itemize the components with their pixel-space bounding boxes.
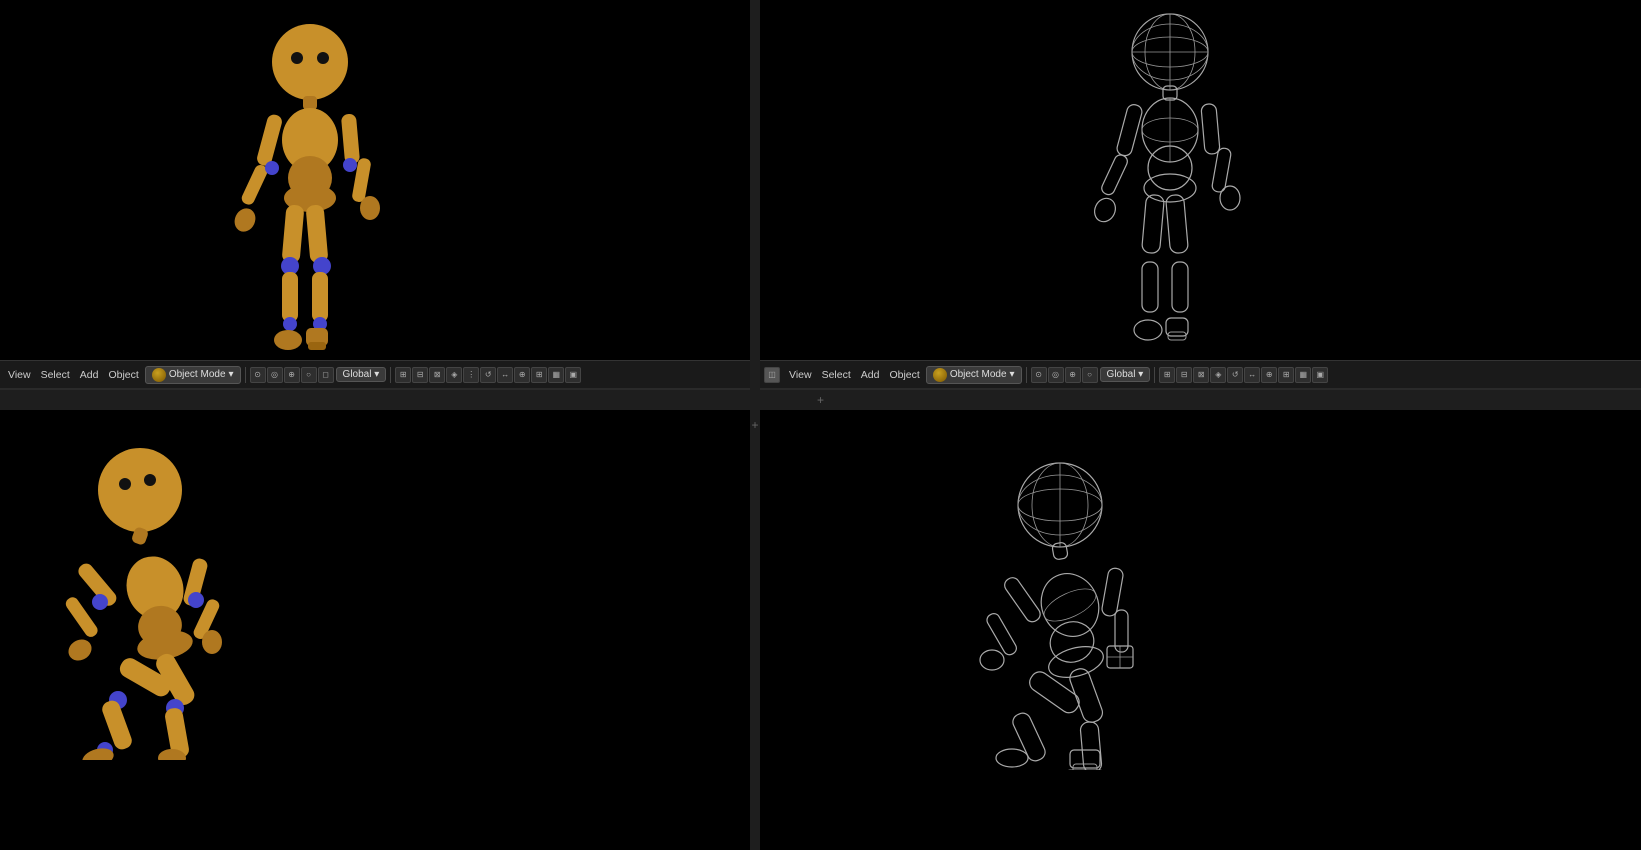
icons2-tr: ⊞ ⊟ ⊠ ◈ ↺ ↔ ⊕ ⊞ ▦ ▣ — [1159, 367, 1328, 383]
mode-chevron-tl: ▾ — [229, 369, 234, 380]
icon-prop-tl[interactable]: ○ — [301, 367, 317, 383]
mode-icon-tl — [152, 368, 166, 382]
icon-b7-tr[interactable]: ⊕ — [1261, 367, 1277, 383]
icon-b9-tr[interactable]: ▦ — [1295, 367, 1311, 383]
divider-cross-top: + — [751, 418, 758, 432]
icon-a1-tl[interactable]: ⊞ — [395, 367, 411, 383]
viewport-grid: View Select Add Object Object Mode ▾ ⊙ ◎… — [0, 0, 1641, 850]
object-menu-tr[interactable]: Object — [885, 368, 923, 382]
mode-label-tr: Object Mode — [950, 369, 1007, 380]
global-label-tl: Global — [343, 369, 372, 380]
canvas-tr — [760, 0, 1641, 360]
icon-b8-tr[interactable]: ⊞ — [1278, 367, 1294, 383]
icon-a8-tl[interactable]: ⊕ — [514, 367, 530, 383]
mode-label-tl: Object Mode — [169, 369, 226, 380]
toolbar-tl: View Select Add Object Object Mode ▾ ⊙ ◎… — [0, 360, 750, 388]
character-tl-solid — [200, 20, 420, 360]
icon-b10-tr[interactable]: ▣ — [1312, 367, 1328, 383]
icon-b6-tr[interactable]: ↔ — [1244, 367, 1260, 383]
toolbar-tr: ◫ View Select Add Object Object Mode ▾ ⊙… — [760, 360, 1641, 388]
mode-btn-tr[interactable]: Object Mode ▾ — [926, 366, 1022, 384]
icon-a5-tl[interactable]: ⋮ — [463, 367, 479, 383]
sep2-tr — [1154, 367, 1155, 383]
icon-xray-tl[interactable]: ◻ — [318, 367, 334, 383]
object-menu-tl[interactable]: Object — [104, 368, 142, 382]
canvas-bl — [0, 410, 750, 822]
select-menu-tl[interactable]: Select — [37, 368, 74, 382]
add-menu-tr[interactable]: Add — [857, 368, 884, 382]
icon-a11-tl[interactable]: ▣ — [565, 367, 581, 383]
global-btn-tr[interactable]: Global ▾ — [1100, 367, 1151, 382]
icon-r4-tr[interactable]: ○ — [1082, 367, 1098, 383]
sep2-tl — [390, 367, 391, 383]
icon-a4-tl[interactable]: ◈ — [446, 367, 462, 383]
viewport-top-left[interactable]: View Select Add Object Object Mode ▾ ⊙ ◎… — [0, 0, 750, 390]
icon-b3-tr[interactable]: ⊠ — [1193, 367, 1209, 383]
icon-snap-tl[interactable]: ⊕ — [284, 367, 300, 383]
viewport-bottom-left[interactable] — [0, 410, 750, 850]
global-btn-tl[interactable]: Global ▾ — [336, 367, 387, 382]
icon-r1-tr[interactable]: ⊙ — [1031, 367, 1047, 383]
divider-vertical[interactable]: + — [750, 0, 760, 850]
divider-horizontal[interactable]: + — [0, 390, 1641, 410]
icon-b2-tr[interactable]: ⊟ — [1176, 367, 1192, 383]
icon-a9-tl[interactable]: ⊞ — [531, 367, 547, 383]
icon-b1-tr[interactable]: ⊞ — [1159, 367, 1175, 383]
character-br-wire — [940, 450, 1220, 770]
mode-icon-tr — [933, 368, 947, 382]
character-tr-wire — [1060, 10, 1280, 350]
add-menu-tl[interactable]: Add — [76, 368, 103, 382]
viewport-icon-tr[interactable]: ◫ — [764, 367, 780, 383]
icon-a10-tl[interactable]: ▦ — [548, 367, 564, 383]
view-menu-tr[interactable]: View — [785, 368, 816, 382]
icon-r3-tr[interactable]: ⊕ — [1065, 367, 1081, 383]
icons-tr: ⊙ ◎ ⊕ ○ — [1031, 367, 1098, 383]
icon-b5-tr[interactable]: ↺ — [1227, 367, 1243, 383]
icon-b4-tr[interactable]: ◈ — [1210, 367, 1226, 383]
divider-cross-h: + — [817, 393, 824, 407]
viewport-top-right[interactable]: ◫ View Select Add Object Object Mode ▾ ⊙… — [760, 0, 1641, 390]
character-bl-solid — [60, 440, 300, 760]
icon-render-tl[interactable]: ⊙ — [250, 367, 266, 383]
view-menu-tl[interactable]: View — [4, 368, 35, 382]
sep1-tl — [245, 367, 246, 383]
icon-a3-tl[interactable]: ⊠ — [429, 367, 445, 383]
viewport-bottom-right[interactable] — [760, 410, 1641, 850]
sep1-tr — [1026, 367, 1027, 383]
select-menu-tr[interactable]: Select — [818, 368, 855, 382]
canvas-tl — [0, 0, 750, 360]
icon-overlay-tl[interactable]: ◎ — [267, 367, 283, 383]
icons-tl: ⊙ ◎ ⊕ ○ ◻ — [250, 367, 334, 383]
icons2-tl: ⊞ ⊟ ⊠ ◈ ⋮ ↺ ↔ ⊕ ⊞ ▦ ▣ — [395, 367, 581, 383]
global-label-tr: Global — [1107, 369, 1136, 380]
icon-a6-tl[interactable]: ↺ — [480, 367, 496, 383]
icon-a7-tl[interactable]: ↔ — [497, 367, 513, 383]
canvas-br — [760, 410, 1641, 822]
icon-r2-tr[interactable]: ◎ — [1048, 367, 1064, 383]
icon-a2-tl[interactable]: ⊟ — [412, 367, 428, 383]
mode-btn-tl[interactable]: Object Mode ▾ — [145, 366, 241, 384]
